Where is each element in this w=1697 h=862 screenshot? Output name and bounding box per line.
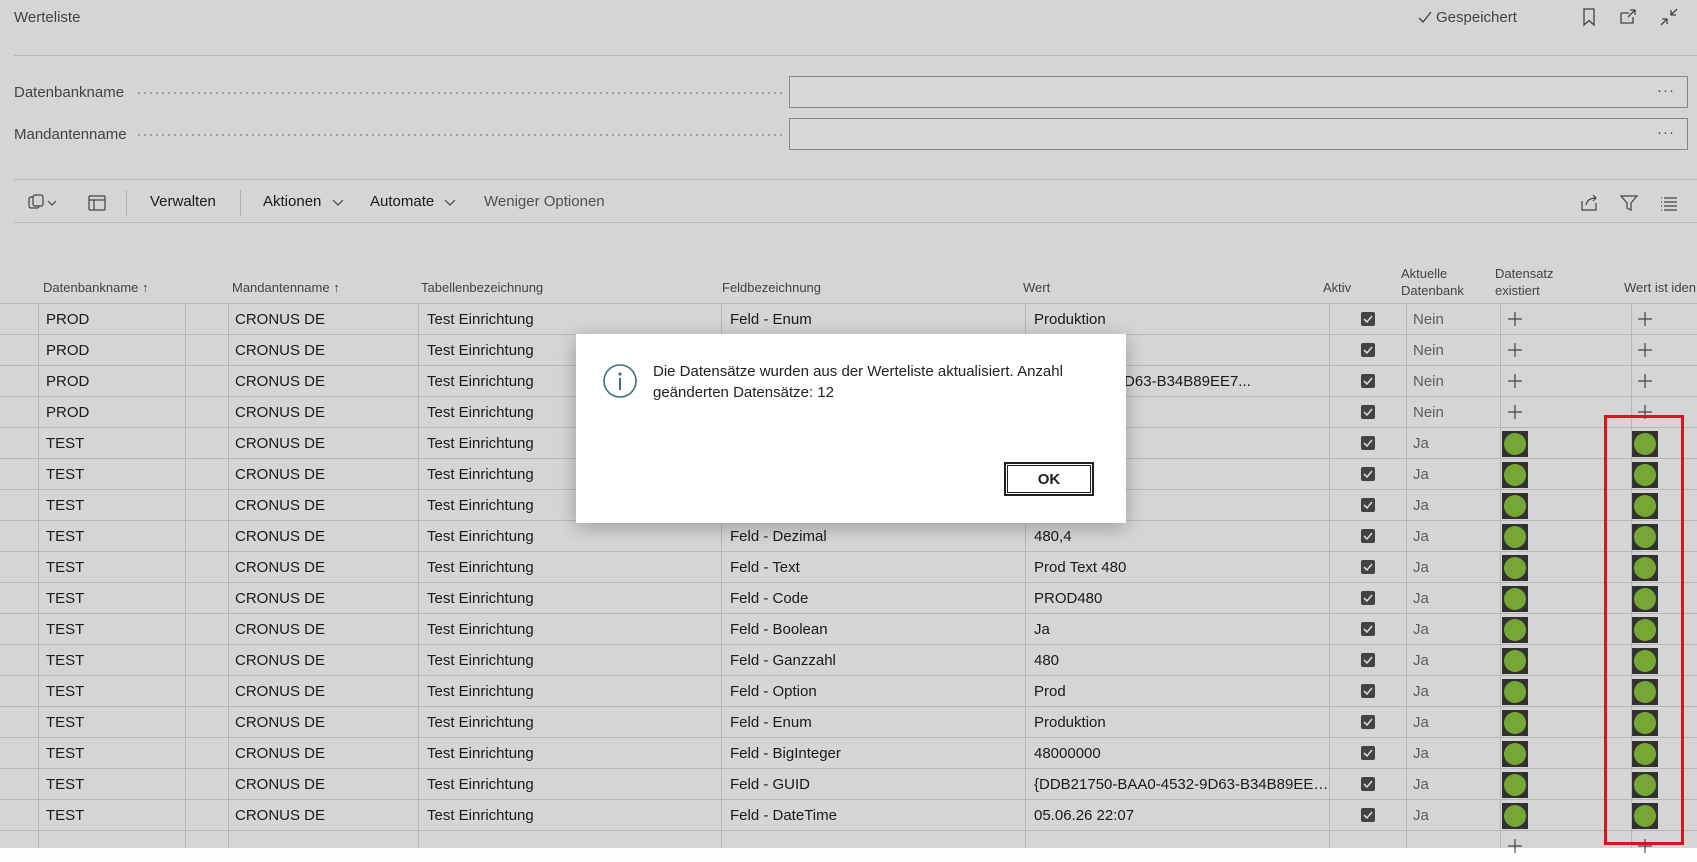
message-dialog: Die Datensätze wurden aus der Werteliste…: [576, 334, 1126, 523]
ok-button[interactable]: OK: [1004, 462, 1094, 496]
info-icon: [602, 363, 638, 399]
highlight-annotation: [1604, 415, 1684, 845]
dialog-message: Die Datensätze wurden aus der Werteliste…: [653, 363, 1063, 401]
